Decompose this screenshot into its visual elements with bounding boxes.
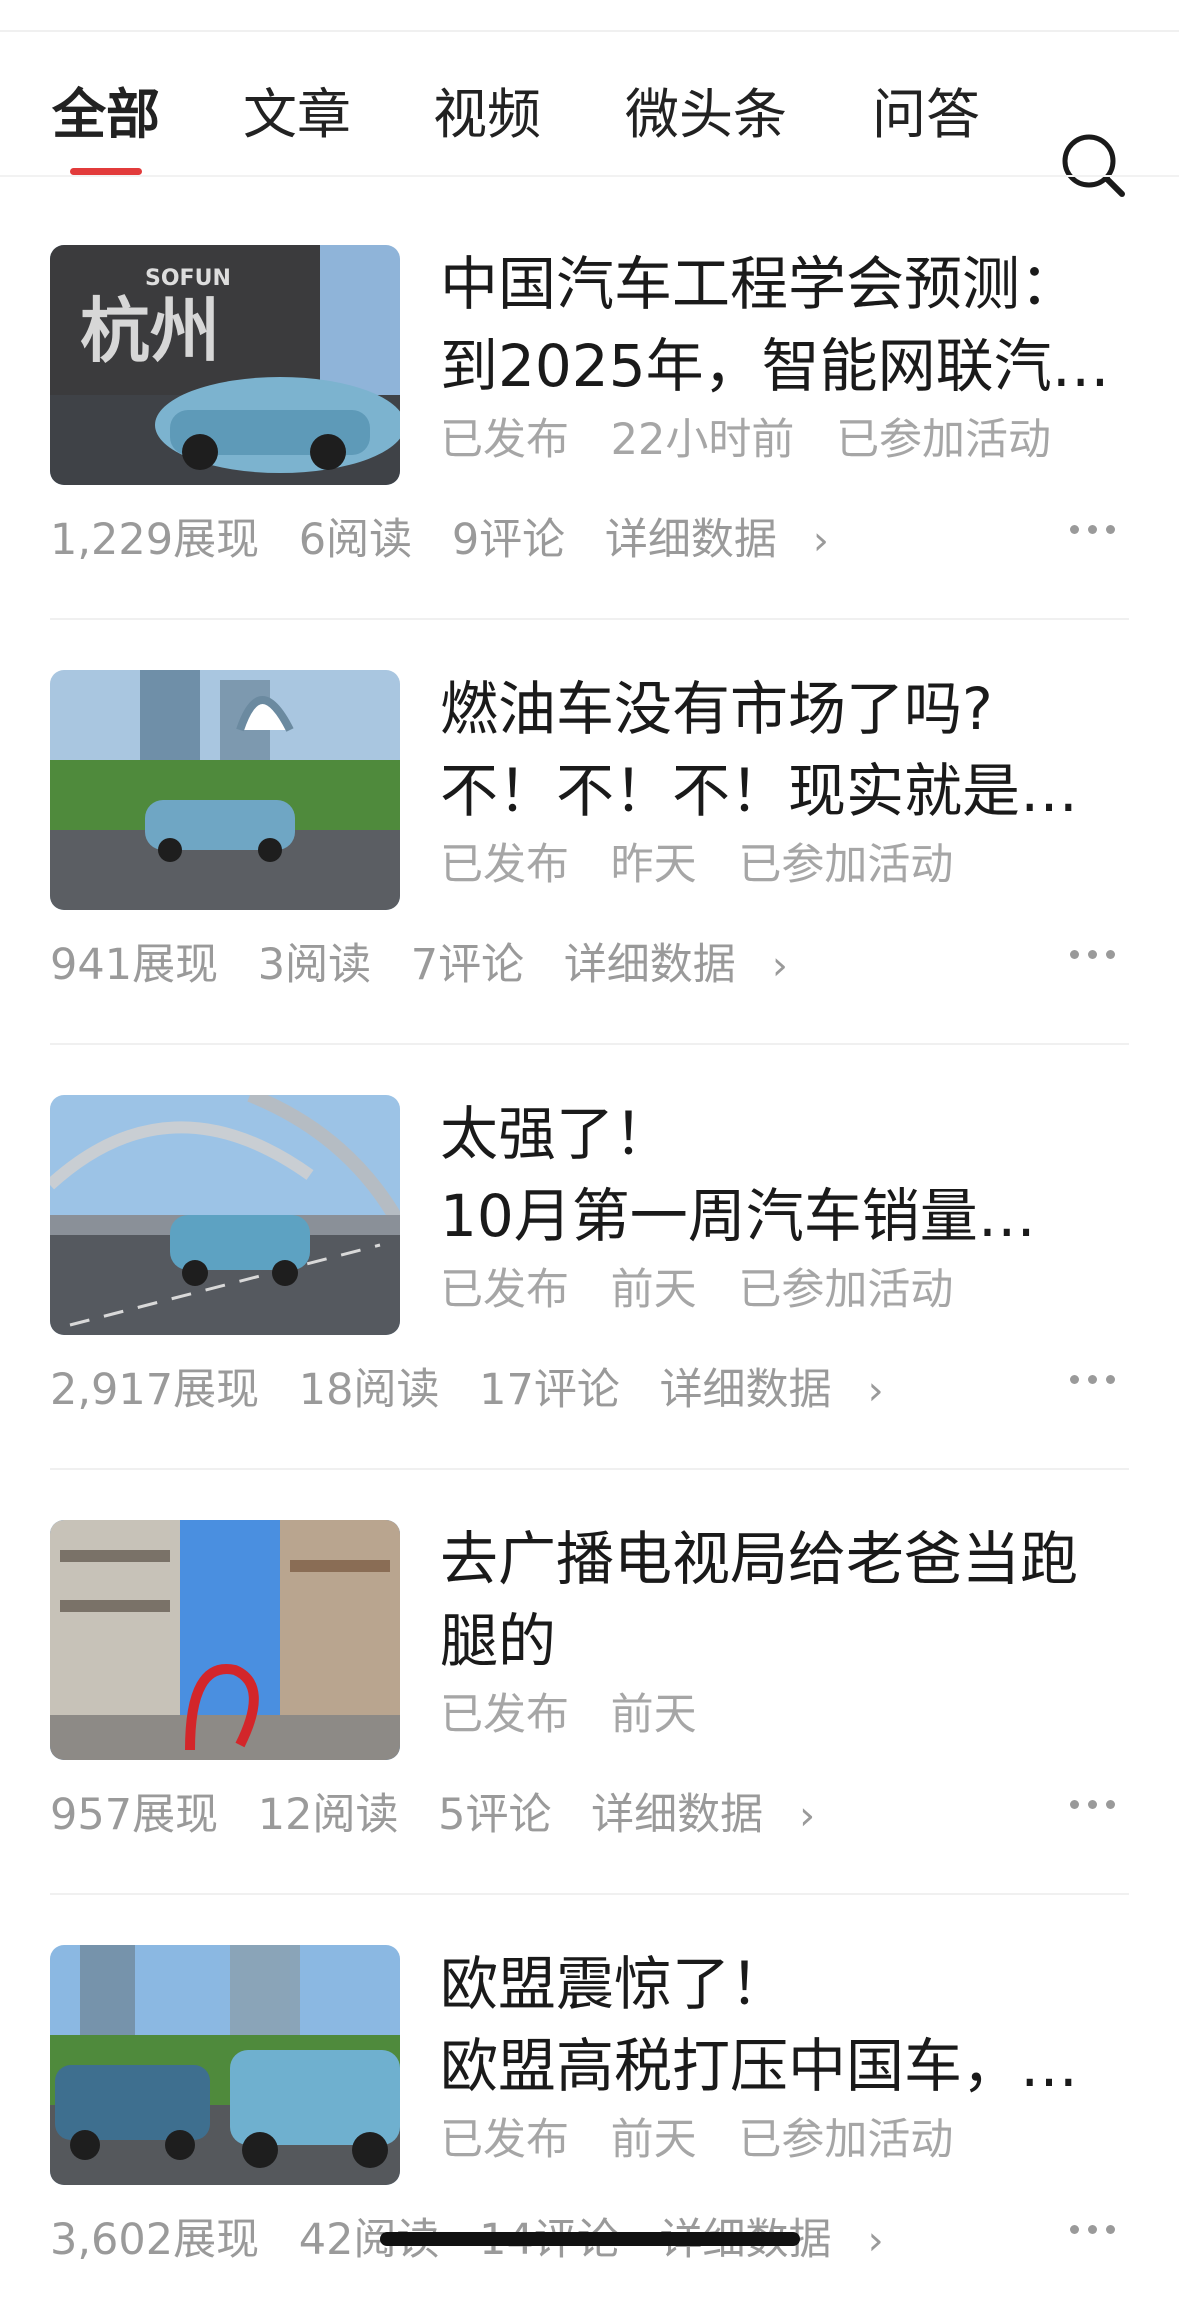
article-stats: 1,229展现 6阅读 9评论 详细数据 ›: [50, 505, 881, 567]
more-options-icon[interactable]: [1070, 1788, 1120, 1818]
article-stats: 941展现 3阅读 7评论 详细数据 ›: [50, 930, 840, 992]
publish-status: 已发布: [440, 415, 569, 465]
tab-bar: 全部 文章 视频 微头条 问答: [0, 60, 1179, 197]
article-meta: 已发布 22小时前 已参加活动: [440, 405, 1079, 467]
reads-count: 6阅读: [298, 515, 413, 565]
publish-status: 已发布: [440, 840, 569, 890]
reads-count: 12阅读: [257, 1790, 399, 1840]
impressions-count: 941展现: [50, 940, 219, 990]
reads-count: 18阅读: [298, 1365, 440, 1415]
impressions-count: 2,917展现: [50, 1365, 260, 1415]
article-stats: 2,917展现 18阅读 17评论 详细数据 ›: [50, 1355, 936, 1417]
tab-bar-divider: [0, 175, 1179, 177]
publish-time: 前天: [610, 1690, 697, 1740]
chevron-right-icon: ›: [867, 1368, 884, 1414]
publish-time: 前天: [610, 2115, 697, 2165]
article-thumbnail[interactable]: [50, 1095, 400, 1335]
article-meta: 已发布 前天 已参加活动: [440, 2105, 981, 2167]
article-title[interactable]: 燃油车没有市场了吗? 不！不！不！现实就是…: [440, 668, 1140, 832]
article-title[interactable]: 欧盟震惊了！ 欧盟高税打压中国车，…: [440, 1943, 1140, 2107]
article-thumbnail[interactable]: [50, 670, 400, 910]
home-indicator[interactable]: [380, 2232, 800, 2246]
article-thumbnail[interactable]: [50, 1945, 400, 2185]
activity-status: 已参加活动: [836, 415, 1052, 465]
tab-qa[interactable]: 问答: [872, 70, 980, 149]
tab-all[interactable]: 全部: [52, 70, 160, 149]
more-options-icon[interactable]: [1070, 513, 1120, 543]
chevron-right-icon: ›: [799, 1793, 816, 1839]
article-item[interactable]: 欧盟震惊了！ 欧盟高税打压中国车，… 已发布 前天 已参加活动 3,602展现 …: [0, 1895, 1179, 2320]
article-item[interactable]: 燃油车没有市场了吗? 不！不！不！现实就是… 已发布 昨天 已参加活动 941展…: [0, 620, 1179, 1045]
search-icon[interactable]: [1058, 130, 1128, 200]
article-title[interactable]: 太强了！ 10月第一周汽车销量…: [440, 1093, 1140, 1257]
article-meta: 已发布 前天 已参加活动: [440, 1255, 981, 1317]
article-meta: 已发布 前天: [440, 1680, 753, 1742]
article-title[interactable]: 中国汽车工程学会预测： 到2025年，智能网联汽…: [440, 243, 1140, 407]
activity-status: 已参加活动: [738, 840, 954, 890]
impressions-count: 3,602展现: [50, 2215, 260, 2265]
article-thumbnail[interactable]: [50, 1520, 400, 1760]
activity-status: 已参加活动: [738, 1265, 954, 1315]
comments-count: 5评论: [438, 1790, 552, 1840]
chevron-right-icon: ›: [812, 518, 829, 564]
detail-data-link[interactable]: 详细数据›: [591, 1790, 841, 1840]
publish-status: 已发布: [440, 2115, 569, 2165]
publish-time: 昨天: [610, 840, 697, 890]
activity-status: 已参加活动: [738, 2115, 954, 2165]
active-tab-indicator: [70, 168, 142, 175]
publish-status: 已发布: [440, 1265, 569, 1315]
publish-status: 已发布: [440, 1690, 569, 1740]
comments-count: 7评论: [410, 940, 525, 990]
chevron-right-icon: ›: [771, 943, 788, 989]
detail-data-link[interactable]: 详细数据›: [605, 515, 855, 565]
impressions-count: 957展现: [50, 1790, 219, 1840]
article-meta: 已发布 昨天 已参加活动: [440, 830, 981, 892]
tab-videos[interactable]: 视频: [433, 70, 541, 149]
article-item[interactable]: 去广播电视局给老爸当跑 腿的 已发布 前天 957展现 12阅读 5评论 详细数…: [0, 1470, 1179, 1895]
chevron-right-icon: ›: [867, 2218, 884, 2264]
reads-count: 3阅读: [257, 940, 372, 990]
more-options-icon[interactable]: [1070, 1363, 1120, 1393]
more-options-icon[interactable]: [1070, 938, 1120, 968]
thumbnail-brand-text: SOFUN: [145, 266, 231, 291]
article-item[interactable]: 太强了！ 10月第一周汽车销量… 已发布 前天 已参加活动 2,917展现 18…: [0, 1045, 1179, 1470]
tab-micro-headlines[interactable]: 微头条: [625, 70, 787, 149]
article-stats: 957展现 12阅读 5评论 详细数据 ›: [50, 1780, 867, 1842]
detail-data-link[interactable]: 详细数据›: [660, 1365, 910, 1415]
tab-articles[interactable]: 文章: [243, 70, 351, 149]
publish-time: 前天: [610, 1265, 697, 1315]
comments-count: 9评论: [451, 515, 566, 565]
comments-count: 17评论: [479, 1365, 620, 1415]
article-item[interactable]: SOFUN 杭州 中国汽车工程学会预测： 到2025年，智能网联汽… 已发布 2…: [0, 195, 1179, 620]
impressions-count: 1,229展现: [50, 515, 260, 565]
more-options-icon[interactable]: [1070, 2213, 1120, 2243]
article-title[interactable]: 去广播电视局给老爸当跑 腿的: [440, 1518, 1140, 1682]
top-divider: [0, 30, 1179, 32]
publish-time: 22小时前: [610, 415, 795, 465]
article-thumbnail[interactable]: SOFUN 杭州: [50, 245, 400, 485]
thumbnail-city-text: 杭州: [80, 289, 220, 372]
detail-data-link[interactable]: 详细数据›: [564, 940, 814, 990]
